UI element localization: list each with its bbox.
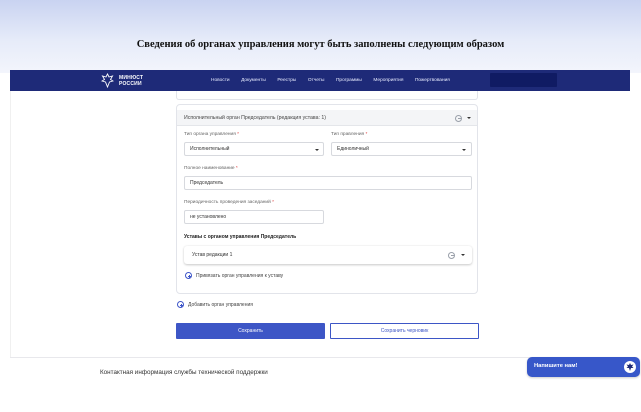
nav-item-documents[interactable]: Документы <box>241 78 266 83</box>
gov-type-select[interactable]: Единоличный <box>331 142 472 156</box>
periodicity-value: не установлено <box>190 214 227 220</box>
nav-item-news[interactable]: Новости <box>211 78 230 83</box>
save-draft-button[interactable]: Сохранить черновик <box>330 323 479 339</box>
remove-section-icon[interactable] <box>455 114 462 122</box>
gov-type-value: Единоличный <box>337 146 369 152</box>
attach-to-charter-link[interactable]: Привязать орган управления к уставу <box>196 273 283 279</box>
site-logo[interactable]: МИНЮСТ РОССИИ <box>101 73 161 88</box>
plus-icon[interactable] <box>185 272 192 279</box>
top-banner <box>0 0 641 73</box>
periodicity-input[interactable]: не установлено <box>184 210 324 224</box>
nav-item-events[interactable]: Мероприятия <box>373 78 403 83</box>
save-button[interactable]: Сохранить <box>176 323 325 339</box>
charters-title: Уставы с органом управления Председатель <box>184 234 297 240</box>
chevron-down-icon <box>315 148 319 151</box>
collapse-caret-icon[interactable] <box>467 117 471 119</box>
footer-contact-info: Контактная информация службы технической… <box>100 369 268 376</box>
chat-label: Напишите нам! <box>534 363 578 369</box>
page-heading: Сведения об органах управления могут быт… <box>136 39 505 50</box>
section-header[interactable]: Исполнительный орган Председатель (редак… <box>177 110 477 126</box>
logo-line2: РОССИИ <box>119 81 142 87</box>
nav-item-reports[interactable]: Отчеты <box>308 78 325 83</box>
remove-charter-icon[interactable] <box>448 251 455 259</box>
chat-widget-button[interactable]: Напишите нам! <box>527 357 640 377</box>
section-title: Исполнительный орган Председатель (редак… <box>184 115 326 121</box>
full-name-value: Председатель <box>190 180 224 186</box>
body-type-select[interactable]: Исполнительный <box>184 142 324 156</box>
full-name-input[interactable]: Председатель <box>184 176 472 190</box>
nav-item-donations[interactable]: Пожертвования <box>415 78 450 83</box>
body-type-label: Тип органа управления * <box>184 132 240 137</box>
main-nav: Новости Документы Реестры Отчеты Програм… <box>211 70 461 91</box>
full-name-label: Полное наименование * <box>184 166 238 171</box>
charter-item-label: Устав редакции 1 <box>192 252 233 258</box>
body-type-value: Исполнительный <box>190 146 230 152</box>
plus-icon[interactable] <box>177 301 184 308</box>
chat-emblem-icon <box>624 361 636 373</box>
eagle-emblem-icon <box>101 73 114 88</box>
periodicity-label: Периодичность проведения заседаний * <box>184 200 274 205</box>
gov-type-label: Тип правления * <box>331 132 368 137</box>
add-governing-body-link[interactable]: Добавить орган управления <box>188 302 253 308</box>
site-navbar: МИНЮСТ РОССИИ Новости Документы Реестры … <box>10 70 630 91</box>
nav-item-registries[interactable]: Реестры <box>277 78 296 83</box>
logo-text: МИНЮСТ РОССИИ <box>119 75 143 87</box>
chevron-down-icon <box>462 148 466 151</box>
expand-caret-icon[interactable] <box>461 254 465 256</box>
header-search-box[interactable] <box>490 73 557 87</box>
content-edge <box>10 91 11 357</box>
nav-item-programs[interactable]: Программы <box>336 78 362 83</box>
previous-section-bottom <box>176 91 478 100</box>
charter-item[interactable]: Устав редакции 1 <box>184 246 472 264</box>
